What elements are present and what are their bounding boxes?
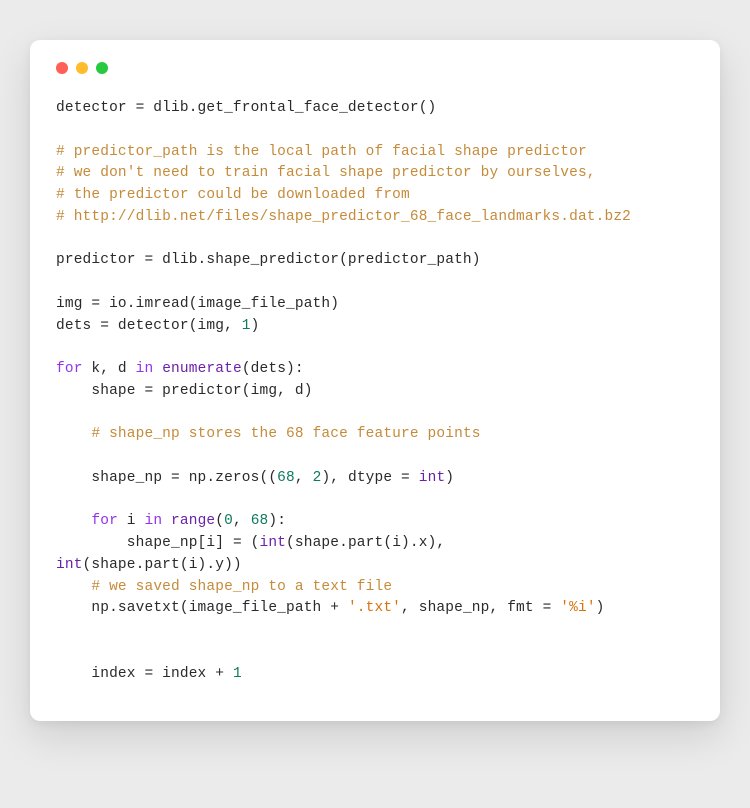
code-line: for i in range(0, 68): (56, 513, 286, 529)
close-icon[interactable] (56, 62, 68, 74)
maximize-icon[interactable] (96, 62, 108, 74)
code-line: for k, d in enumerate(dets): (56, 361, 304, 377)
code-line: shape_np[i] = (int(shape.part(i).x), int… (56, 535, 693, 573)
code-line: dets = detector(img, 1) (56, 318, 260, 334)
code-line: np.savetxt(image_file_path + '.txt', sha… (56, 600, 605, 616)
code-comment: # predictor_path is the local path of fa… (56, 144, 587, 160)
code-block: detector = dlib.get_frontal_face_detecto… (56, 98, 694, 685)
code-line: detector = dlib.get_frontal_face_detecto… (56, 100, 436, 116)
code-line: shape = predictor(img, d) (56, 383, 313, 399)
code-window: detector = dlib.get_frontal_face_detecto… (30, 40, 720, 721)
code-line: shape_np = np.zeros((68, 2), dtype = int… (56, 470, 454, 486)
code-comment: # we don't need to train facial shape pr… (56, 165, 596, 181)
code-line: predictor = dlib.shape_predictor(predict… (56, 252, 481, 268)
code-comment: # the predictor could be downloaded from (56, 187, 410, 203)
code-comment: # shape_np stores the 68 face feature po… (56, 426, 481, 442)
window-controls (56, 62, 694, 74)
code-comment: # we saved shape_np to a text file (56, 579, 392, 595)
code-line: index = index + 1 (56, 666, 242, 682)
code-comment: # http://dlib.net/files/shape_predictor_… (56, 209, 631, 225)
code-line: img = io.imread(image_file_path) (56, 296, 339, 312)
minimize-icon[interactable] (76, 62, 88, 74)
